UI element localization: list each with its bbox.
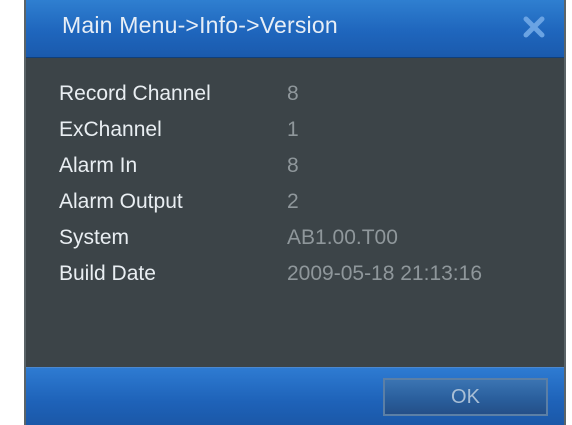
close-button[interactable] (518, 13, 550, 45)
close-icon (520, 13, 548, 46)
info-value: 8 (287, 154, 299, 177)
info-label: Record Channel (59, 82, 211, 105)
info-label: Alarm Output (59, 190, 183, 213)
info-row-record-channel: Record Channel 8 (59, 79, 299, 109)
info-value: 1 (287, 118, 299, 141)
info-label: Alarm In (59, 154, 138, 177)
info-value: 8 (287, 82, 299, 105)
ok-button[interactable]: OK (383, 378, 548, 416)
info-row-build-date: Build Date 2009-05-18 21:13:16 (59, 259, 482, 289)
title-bar: Main Menu->Info->Version (26, 0, 564, 58)
version-dialog: Main Menu->Info->Version Record Channel … (24, 0, 566, 425)
window-title: Main Menu->Info->Version (62, 12, 338, 38)
info-row-alarm-in: Alarm In 8 (59, 151, 299, 181)
info-row-alarm-output: Alarm Output 2 (59, 187, 299, 217)
info-value: 2009-05-18 21:13:16 (287, 262, 482, 285)
info-label: System (59, 226, 130, 249)
info-panel: Record Channel 8 ExChannel 1 Alarm In 8 … (26, 57, 564, 368)
info-label: Build Date (59, 262, 156, 285)
info-label: ExChannel (59, 118, 162, 141)
dialog-footer: OK (26, 367, 564, 425)
info-value: 2 (287, 190, 299, 213)
info-value: AB1.00.T00 (287, 226, 398, 249)
info-row-system: System AB1.00.T00 (59, 223, 398, 253)
info-row-exchannel: ExChannel 1 (59, 115, 299, 145)
